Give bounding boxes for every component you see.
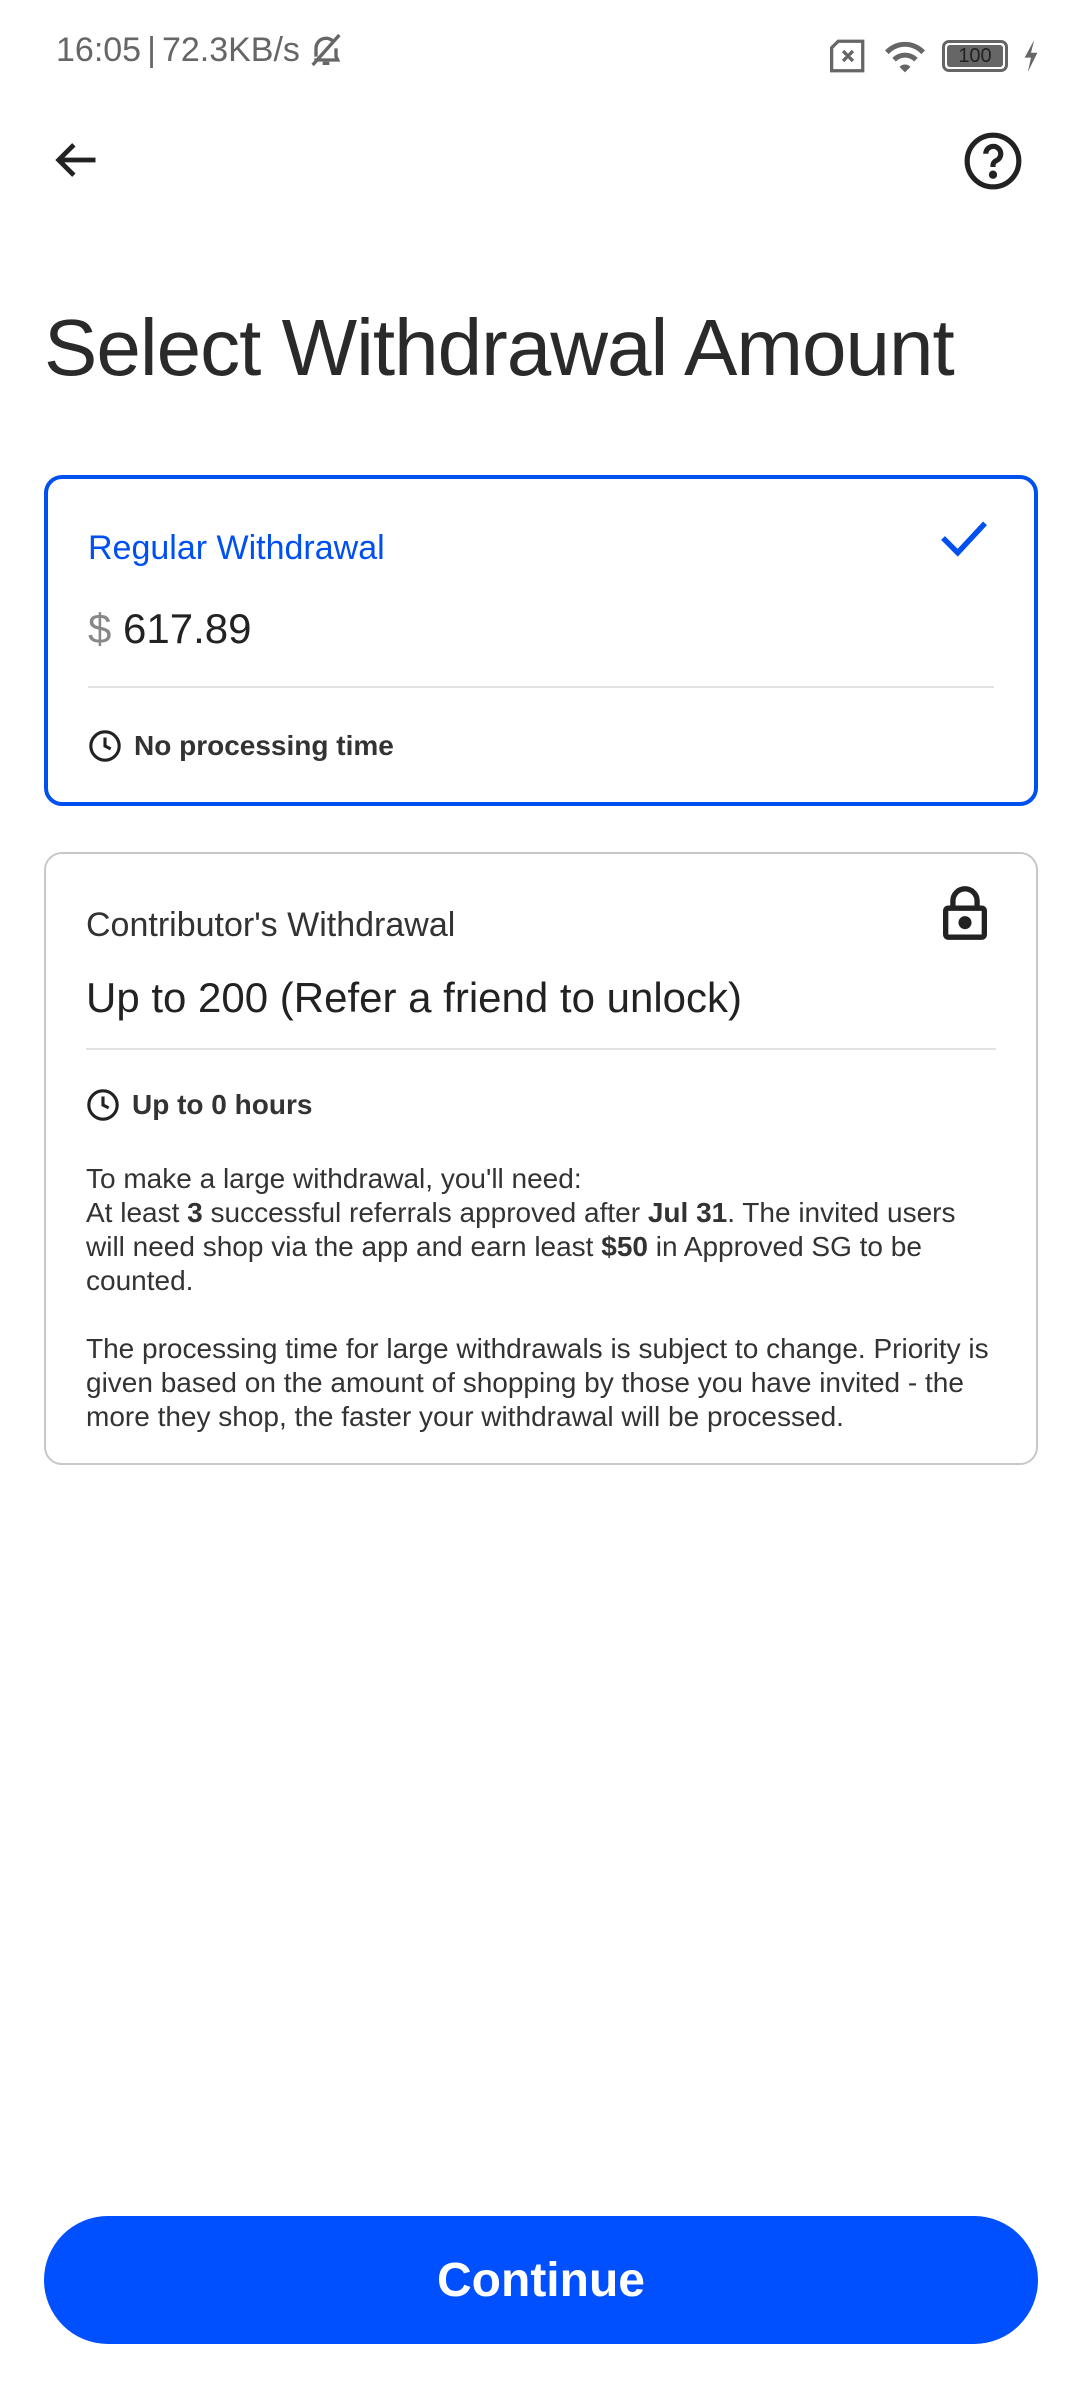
text: successful referrals approved after [202, 1197, 648, 1228]
back-arrow-icon[interactable] [50, 134, 102, 186]
divider [88, 686, 994, 688]
clock-icon [89, 730, 121, 762]
clock-icon [87, 1089, 119, 1121]
regular-withdrawal-option[interactable]: Regular Withdrawal $ 617.89 No processin… [44, 475, 1038, 806]
check-icon [941, 521, 988, 557]
min-amount: $50 [601, 1231, 648, 1262]
status-bar-right: 100 [828, 36, 1040, 76]
wifi-icon [885, 41, 925, 73]
amount: Up to 200 (Refer a friend to unlock) [86, 974, 743, 1021]
continue-button[interactable]: Continue [44, 2216, 1038, 2344]
referral-date: Jul 31 [647, 1197, 728, 1228]
sim-missing-icon [830, 39, 865, 73]
priority-note: The processing time for large withdrawal… [86, 1333, 989, 1432]
currency-symbol: $ [88, 605, 112, 652]
processing-time: No processing time [88, 729, 394, 763]
amount-value: 617.89 [123, 605, 252, 652]
separator: | [147, 30, 156, 69]
bell-muted-icon [311, 33, 341, 67]
help-icon[interactable] [962, 130, 1024, 192]
divider [86, 1048, 996, 1050]
battery-icon: 100 [942, 40, 1008, 72]
option-label: Regular Withdrawal [88, 529, 385, 567]
page-title: Select Withdrawal Amount [44, 303, 955, 392]
lock-icon [943, 886, 987, 940]
requirements-text: To make a large withdrawal, you'll need:… [86, 1162, 996, 1434]
network-speed: 72.3KB/s [161, 30, 300, 69]
text: At least [86, 1197, 188, 1228]
contributor-withdrawal-option[interactable]: Contributor's Withdrawal Up to 200 (Refe… [44, 852, 1038, 1465]
charging-icon [1024, 40, 1038, 72]
status-bar-left: 16:05 | 72.3KB/s [56, 30, 346, 70]
referral-count: 3 [187, 1197, 203, 1228]
amount: $ 617.89 [88, 605, 252, 653]
battery-level: 100 [947, 45, 1003, 67]
processing-text: No processing time [134, 730, 394, 761]
option-label: Contributor's Withdrawal [86, 906, 456, 944]
requirements-detail: At least 3 successful referrals approved… [86, 1196, 996, 1298]
processing-text: Up to 0 hours [132, 1089, 313, 1120]
requirements-intro: To make a large withdrawal, you'll need: [86, 1163, 582, 1194]
processing-time: Up to 0 hours [86, 1088, 312, 1122]
clock: 16:05 [56, 30, 142, 69]
